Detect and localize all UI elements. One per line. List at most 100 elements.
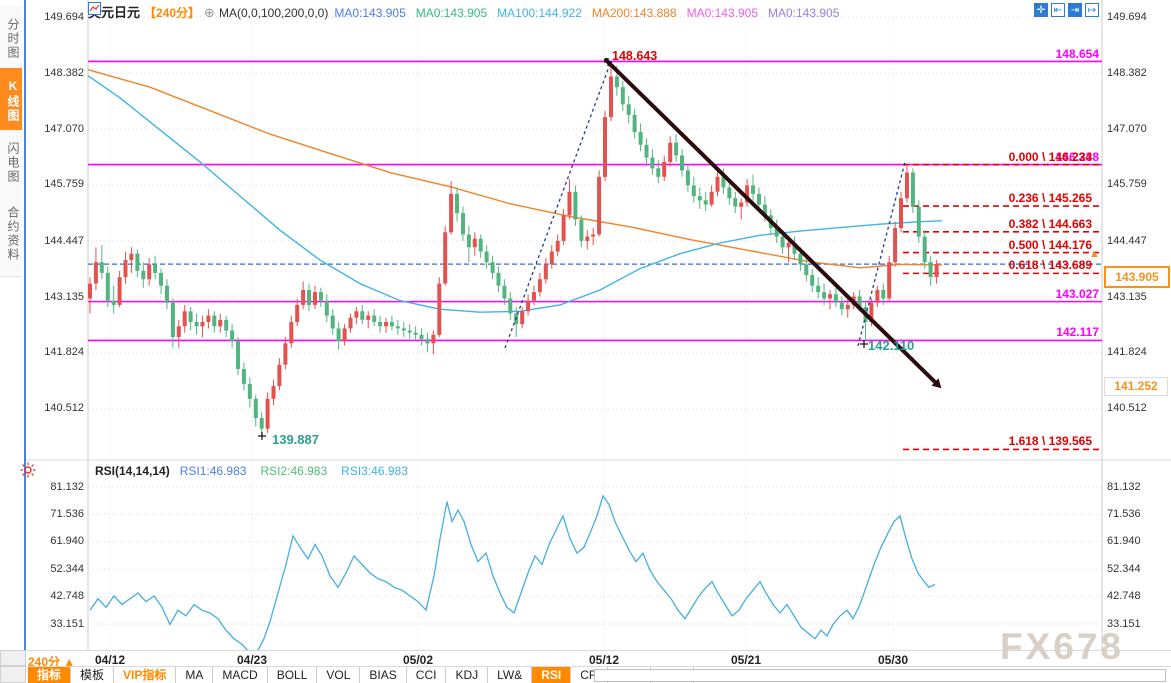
candle-body [408,331,412,333]
crosshair-icon[interactable]: ✛ [1034,3,1048,17]
candle-body [266,399,270,429]
candle-body [242,369,246,384]
candle-body [153,264,157,273]
candle-body [343,328,347,341]
candle-body [810,275,814,286]
candle-body [420,335,424,339]
indicator-settings-icon[interactable] [20,462,36,478]
candle-body [147,264,151,279]
toolbar-item-VOL[interactable]: VOL [317,667,360,683]
exit-right-icon[interactable]: ↦ [1085,3,1099,17]
price-axis-label: 140.512 [30,402,84,414]
candle-body [568,192,572,216]
candle-body [621,87,625,104]
candle-body [538,279,542,292]
sidebar-tab-2[interactable]: K线图 [0,68,22,135]
rsi-axis-label: 42.748 [30,590,84,602]
candle-body [615,77,619,88]
candle-body [804,264,808,275]
candle-body [609,77,613,118]
toolbar-item-VIP指标[interactable]: VIP指标 [114,667,176,683]
candle-body [183,311,187,326]
candle-body [556,241,560,252]
rsi-axis-label: 52.344 [30,563,84,575]
rsi-axis-label: 61.940 [1107,535,1141,547]
toolbar-scroll-area[interactable] [594,669,1166,682]
peak-price-label: 148.643 [612,49,657,63]
candle-body [301,290,305,305]
candle-body [710,192,714,205]
candle-body [260,418,264,429]
candle-body [372,316,376,322]
watermark: FX678 [1000,626,1124,668]
candle-body [562,215,566,241]
current-price-tag: 143.905 [1104,266,1170,288]
candle-body [118,277,122,305]
price-axis-label: 145.759 [30,178,84,190]
candle-body [899,198,903,228]
candle-body [325,301,329,316]
candle-body [337,328,341,341]
toolbar-item-指标[interactable]: 指标 [28,667,71,683]
date-axis-label: 05/30 [868,653,918,667]
price-axis-label: 141.824 [30,346,84,358]
candle-body [834,294,838,303]
rsi-values: RSI1:46.983RSI2:46.983RSI3:46.983 [180,464,422,478]
candle-body [905,173,909,199]
candle-body [662,162,666,177]
price-axis-label: 141.824 [1107,346,1147,358]
chart-canvas[interactable] [0,0,1171,683]
price-line-label: 148.654 [1056,47,1099,61]
candle-body [822,292,826,298]
candle-body [129,254,133,260]
sidebar-tab-3[interactable]: 闪电图 [0,130,22,197]
toolbar-item-MACD[interactable]: MACD [213,667,267,683]
ma-value-label: MA0:143.905 [768,6,839,20]
candle-body [467,235,471,248]
candle-body [295,305,299,322]
toolbar-item-KDJ[interactable]: KDJ [446,667,488,683]
toolbar-item-模板[interactable]: 模板 [71,667,114,683]
ma200-line [88,70,942,268]
price-axis-label: 140.512 [1107,402,1147,414]
toolbar-item-RSI[interactable]: RSI [532,667,571,683]
sidebar-tab-4[interactable]: 合约资料 [0,192,22,277]
candle-body [212,316,216,327]
price-marker-arrow: ▲ [1089,249,1100,259]
candle-body [929,262,933,277]
toolbar-item-MA[interactable]: MA [176,667,213,683]
ma-settings-label[interactable]: MA(0,0,100,200,0,0) [219,6,328,20]
toolbar-item-BOLL[interactable]: BOLL [268,667,318,683]
candle-body [135,254,139,271]
settings-circle-icon[interactable]: ⊕ [204,5,215,20]
compress-icon[interactable]: ⇤ [1051,3,1065,17]
candle-body [473,239,477,248]
price-axis-label: 148.382 [1107,67,1147,79]
rsi-axis-label: 71.536 [1107,508,1141,520]
candle-body [189,311,193,322]
toolbar-item-BIAS[interactable]: BIAS [360,667,406,683]
fib-label: 0.618 \ 143.689 [1009,258,1092,272]
price-axis-label: 143.135 [30,291,84,303]
candle-body [319,292,323,301]
candle-body [384,322,388,326]
toolbar-item-LW&[interactable]: LW& [488,667,532,683]
toolbar-item-CCI[interactable]: CCI [407,667,447,683]
candle-body [787,243,791,247]
corner-cell-top [0,650,26,666]
candle-body [283,343,287,364]
candle-body [455,194,459,213]
candle-body [159,273,163,286]
price-axis-label: 147.070 [30,123,84,135]
scale-icon[interactable]: ⇥ [1068,3,1082,17]
price-line-label: 142.117 [1056,325,1099,339]
candlestick-chart-icon[interactable] [88,2,101,15]
sidebar-tab-1[interactable]: 分时图 [0,6,22,73]
candle-body [224,320,228,331]
corner-cell-bottom [0,666,26,683]
rsi-line [90,496,935,653]
candle-body [366,316,370,320]
downtrend-line[interactable] [606,60,935,382]
candle-body [650,158,654,169]
candle-body [692,185,696,196]
